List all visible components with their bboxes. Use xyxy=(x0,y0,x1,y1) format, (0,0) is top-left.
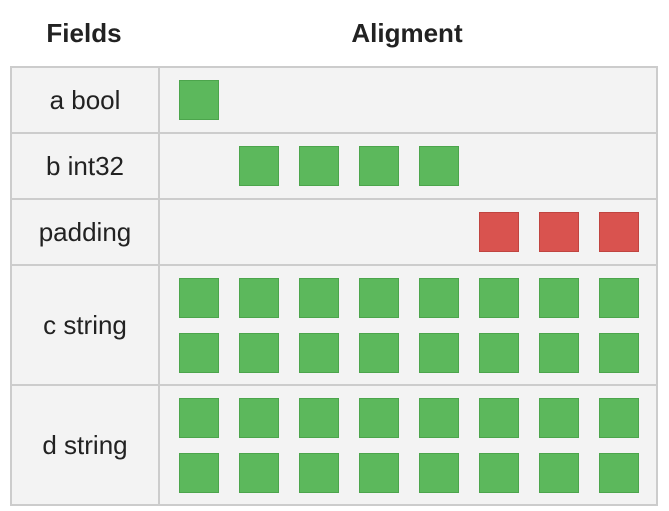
field-byte xyxy=(299,277,339,318)
table-row-c-string: c string xyxy=(12,264,656,384)
table-row-padding: padding xyxy=(12,198,656,264)
field-byte xyxy=(359,452,399,493)
field-byte xyxy=(299,146,339,186)
field-byte xyxy=(359,146,399,186)
field-byte xyxy=(599,452,639,493)
field-byte xyxy=(359,332,399,373)
field-byte xyxy=(479,277,519,318)
field-byte xyxy=(419,452,459,493)
field-byte xyxy=(239,332,279,373)
field-byte xyxy=(539,397,579,438)
fields-column-header: Fields xyxy=(46,17,122,48)
field-byte xyxy=(599,332,639,373)
padding-byte xyxy=(539,212,579,252)
field-byte xyxy=(599,277,639,318)
field-byte xyxy=(539,452,579,493)
field-label: c string xyxy=(12,266,160,384)
field-byte xyxy=(299,332,339,373)
alignment-cell xyxy=(160,200,656,264)
field-byte xyxy=(239,452,279,493)
field-byte xyxy=(539,277,579,318)
field-byte xyxy=(299,397,339,438)
alignment-cell xyxy=(160,134,656,198)
table-row-a-bool: a bool xyxy=(12,66,656,132)
field-byte xyxy=(179,80,219,120)
field-byte xyxy=(359,397,399,438)
field-byte xyxy=(179,277,219,318)
padding-byte xyxy=(479,212,519,252)
field-byte xyxy=(359,277,399,318)
field-byte xyxy=(179,397,219,438)
field-byte xyxy=(419,397,459,438)
field-byte xyxy=(479,332,519,373)
table-header: Fields Aligment xyxy=(0,0,669,66)
alignment-cell xyxy=(160,68,656,132)
alignment-cell xyxy=(160,386,656,504)
field-label: padding xyxy=(12,200,160,264)
field-byte xyxy=(419,146,459,186)
field-byte xyxy=(479,397,519,438)
field-byte xyxy=(239,277,279,318)
field-byte xyxy=(599,397,639,438)
field-byte xyxy=(179,452,219,493)
field-byte xyxy=(419,332,459,373)
field-byte xyxy=(239,146,279,186)
field-byte xyxy=(479,452,519,493)
table-row-b-int32: b int32 xyxy=(12,132,656,198)
alignment-cell xyxy=(160,266,656,384)
field-byte xyxy=(239,397,279,438)
field-label: b int32 xyxy=(12,134,160,198)
alignment-table: a bool b int32 padding c string d string xyxy=(10,66,658,506)
field-label: d string xyxy=(12,386,160,504)
field-byte xyxy=(179,332,219,373)
field-label: a bool xyxy=(12,68,160,132)
table-row-d-string: d string xyxy=(12,384,656,504)
field-byte xyxy=(299,452,339,493)
field-byte xyxy=(539,332,579,373)
field-byte xyxy=(419,277,459,318)
alignment-column-header: Aligment xyxy=(351,17,463,48)
padding-byte xyxy=(599,212,639,252)
